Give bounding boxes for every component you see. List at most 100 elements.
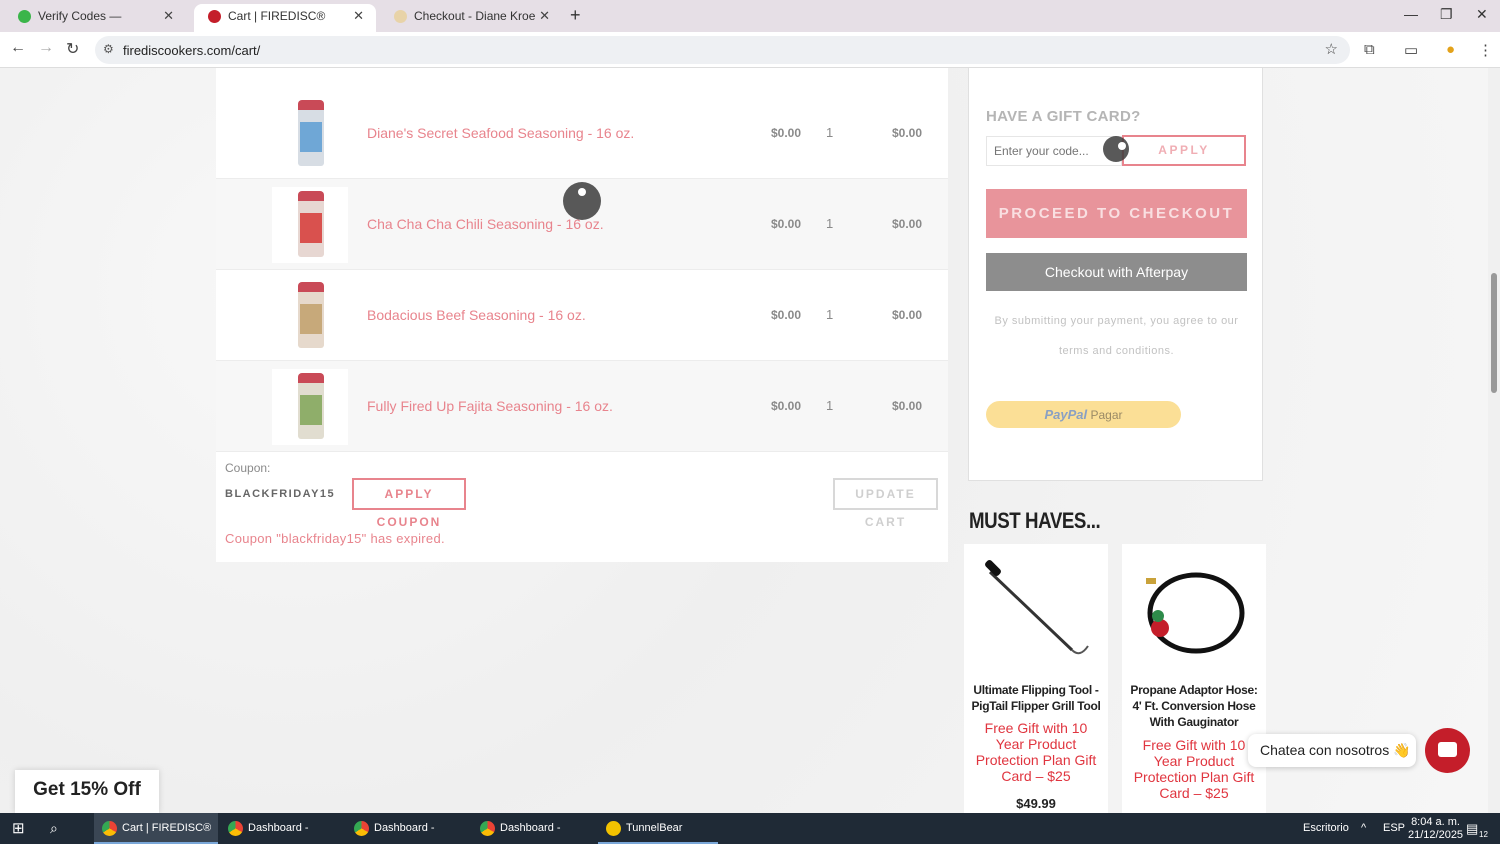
product-subtotal: $0.00 [892, 217, 923, 231]
cursor-indicator [1103, 136, 1129, 162]
product-card-gift: Free Gift with 10 Year Product Protectio… [1133, 737, 1255, 801]
coupon-label: Coupon: [225, 461, 271, 475]
terms-link[interactable]: terms and conditions. [986, 336, 1247, 366]
gift-card-title: HAVE A GIFT CARD? [986, 108, 1141, 125]
chat-prompt[interactable]: Chatea con nosotros 👋 [1248, 734, 1416, 767]
taskbar-app-chrome-dashboard[interactable]: Dashboard - Googl... [472, 813, 596, 844]
chat-bubble-icon [1438, 742, 1457, 757]
minimize-icon[interactable]: — [1404, 6, 1418, 22]
product-quantity[interactable]: 1 [826, 125, 833, 140]
close-window-icon[interactable]: ✕ [1476, 6, 1488, 23]
search-icon[interactable]: ⌕ [50, 813, 58, 844]
seasoning-jar-icon [298, 191, 324, 257]
update-cart-button[interactable]: UPDATE CART [833, 478, 938, 529]
tab-checkout-diane-kroe[interactable]: Checkout - Diane Kroe ✕ [380, 4, 562, 32]
must-haves-title: MUST HAVES... [969, 508, 1101, 533]
menu-kebab-icon[interactable]: ⋮ [1478, 41, 1493, 59]
firedisc-favicon-icon [208, 10, 221, 23]
product-name-link[interactable]: Bodacious Beef Seasoning - 16 oz. [367, 307, 586, 323]
product-thumbnail[interactable] [272, 96, 348, 172]
flipping-tool-image [985, 560, 1089, 655]
product-thumbnail[interactable] [272, 187, 348, 263]
afterpay-image-alt: Afterpay [1135, 264, 1189, 280]
chrome-icon [480, 821, 495, 836]
tab-title: Checkout - Diane Kroe [414, 9, 536, 23]
scrollbar-thumb[interactable] [1491, 273, 1497, 393]
discount-promo-tab[interactable]: Get 15% Off [15, 770, 159, 813]
taskbar-app-chrome-dashboard[interactable]: Dashboard - Googl... [346, 813, 470, 844]
product-quantity[interactable]: 1 [826, 307, 833, 322]
close-tab-icon[interactable]: ✕ [539, 4, 550, 28]
afterpay-checkout-button[interactable]: Checkout with Afterpay [986, 253, 1247, 291]
taskbar-app-chrome-dashboard[interactable]: Dashboard - Googl... [220, 813, 344, 844]
tab-simplycodes[interactable]: Verify Codes — SimplyCodes ✕ [4, 4, 186, 47]
product-price: $0.00 [771, 126, 802, 140]
product-card-title[interactable]: Ultimate Flipping Tool - PigTail Flipper… [968, 682, 1104, 714]
cart-row: Diane's Secret Seafood Seasoning - 16 oz… [216, 88, 948, 179]
clock[interactable]: 8:04 a. m. 21/12/2025 [1408, 816, 1463, 842]
seasoning-jar-icon [298, 100, 324, 166]
coupon-error-message: Coupon "blackfriday15" has expired. [225, 531, 445, 546]
forward-icon[interactable]: → [38, 39, 54, 57]
paypal-button[interactable]: PayPal Pagar [986, 401, 1181, 428]
cart-row: Bodacious Beef Seasoning - 16 oz. $0.00 … [216, 270, 948, 361]
reload-icon[interactable]: ↻ [66, 39, 79, 59]
gift-card-apply-button[interactable]: APPLY [1122, 135, 1246, 166]
taskbar-app-tunnelbear[interactable]: TunnelBear [598, 813, 718, 844]
product-subtotal: $0.00 [892, 399, 923, 413]
product-name-link[interactable]: Fully Fired Up Fajita Seasoning - 16 oz. [367, 398, 613, 414]
product-thumbnail[interactable] [272, 278, 348, 354]
cart-table: Diane's Secret Seafood Seasoning - 16 oz… [216, 68, 948, 562]
product-thumbnail[interactable] [272, 369, 348, 445]
cast-icon[interactable]: ▭ [1404, 41, 1418, 59]
tray-expand-icon[interactable]: ^ [1361, 813, 1366, 844]
simplycodes-favicon-icon [18, 10, 31, 23]
product-card-price: $49.99 [1016, 796, 1056, 811]
cursor-indicator [563, 182, 601, 220]
tab-firedisc-cart[interactable]: Cart | FIREDISC® Cookers ✕ [194, 4, 376, 47]
extensions-icon[interactable]: ⧉ [1364, 41, 1375, 58]
product-card[interactable]: Ultimate Flipping Tool - PigTail Flipper… [964, 544, 1108, 813]
order-summary-panel: HAVE A GIFT CARD? APPLY PROCEED TO CHECK… [968, 68, 1263, 481]
taskbar-app-chrome-cart[interactable]: Cart | FIREDISC® C... [94, 813, 218, 844]
url-box[interactable]: ⚙ firediscookers.com/cart/ ☆ [95, 36, 1350, 64]
terms-notice: By submitting your payment, you agree to… [986, 306, 1247, 366]
close-tab-icon[interactable]: ✕ [163, 4, 174, 28]
desktop-toolbar-label[interactable]: Escritorio [1303, 813, 1349, 844]
page-scrollbar[interactable] [1488, 68, 1500, 813]
new-tab-icon[interactable]: + [570, 5, 581, 26]
taskbar-app-label: Dashboard - Googl... [374, 822, 435, 834]
gift-card-input[interactable] [986, 136, 1122, 166]
taskbar-app-label: Dashboard - Googl... [248, 822, 309, 834]
chat-launcher-button[interactable] [1425, 728, 1470, 773]
product-price: $0.00 [771, 217, 802, 231]
maximize-icon[interactable]: ❐ [1440, 6, 1453, 23]
close-tab-icon[interactable]: ✕ [353, 4, 364, 28]
product-card-title[interactable]: Propane Adaptor Hose: 4' Ft. Conversion … [1126, 682, 1262, 730]
coupon-code-input[interactable] [225, 480, 345, 508]
proceed-to-checkout-button[interactable]: PROCEED TO CHECKOUT [986, 189, 1247, 238]
product-subtotal: $0.00 [892, 126, 923, 140]
apply-coupon-button[interactable]: APPLY COUPON [352, 478, 466, 529]
url-text[interactable]: firediscookers.com/cart/ [123, 43, 260, 58]
profile-avatar-icon[interactable]: ● [1446, 41, 1455, 58]
site-info-icon[interactable]: ⚙ [103, 42, 114, 56]
bookmark-star-icon[interactable]: ☆ [1325, 40, 1338, 58]
paypal-action: Pagar [1090, 408, 1123, 422]
address-bar: ← → ↻ ⚙ firediscookers.com/cart/ ☆ ⧉ ▭ ●… [0, 32, 1500, 68]
back-icon[interactable]: ← [10, 39, 26, 57]
product-name-link[interactable]: Cha Cha Cha Chili Seasoning - 16 oz. [367, 216, 604, 232]
seasoning-jar-icon [298, 373, 324, 439]
notifications-icon[interactable]: ▤ [1466, 813, 1478, 844]
notification-count: 12 [1479, 830, 1488, 839]
product-card-gift: Free Gift with 10 Year Product Protectio… [975, 720, 1097, 784]
chrome-icon [102, 821, 117, 836]
windows-start-icon[interactable]: ⊞ [12, 813, 25, 844]
product-card[interactable]: Propane Adaptor Hose: 4' Ft. Conversion … [1122, 544, 1266, 813]
taskbar-app-label: Cart | FIREDISC® C... [122, 822, 212, 834]
language-indicator[interactable]: ESP [1383, 813, 1405, 844]
product-quantity[interactable]: 1 [826, 398, 833, 413]
product-name-link[interactable]: Diane's Secret Seafood Seasoning - 16 oz… [367, 125, 634, 141]
cart-row: Fully Fired Up Fajita Seasoning - 16 oz.… [216, 361, 948, 452]
product-quantity[interactable]: 1 [826, 216, 833, 231]
